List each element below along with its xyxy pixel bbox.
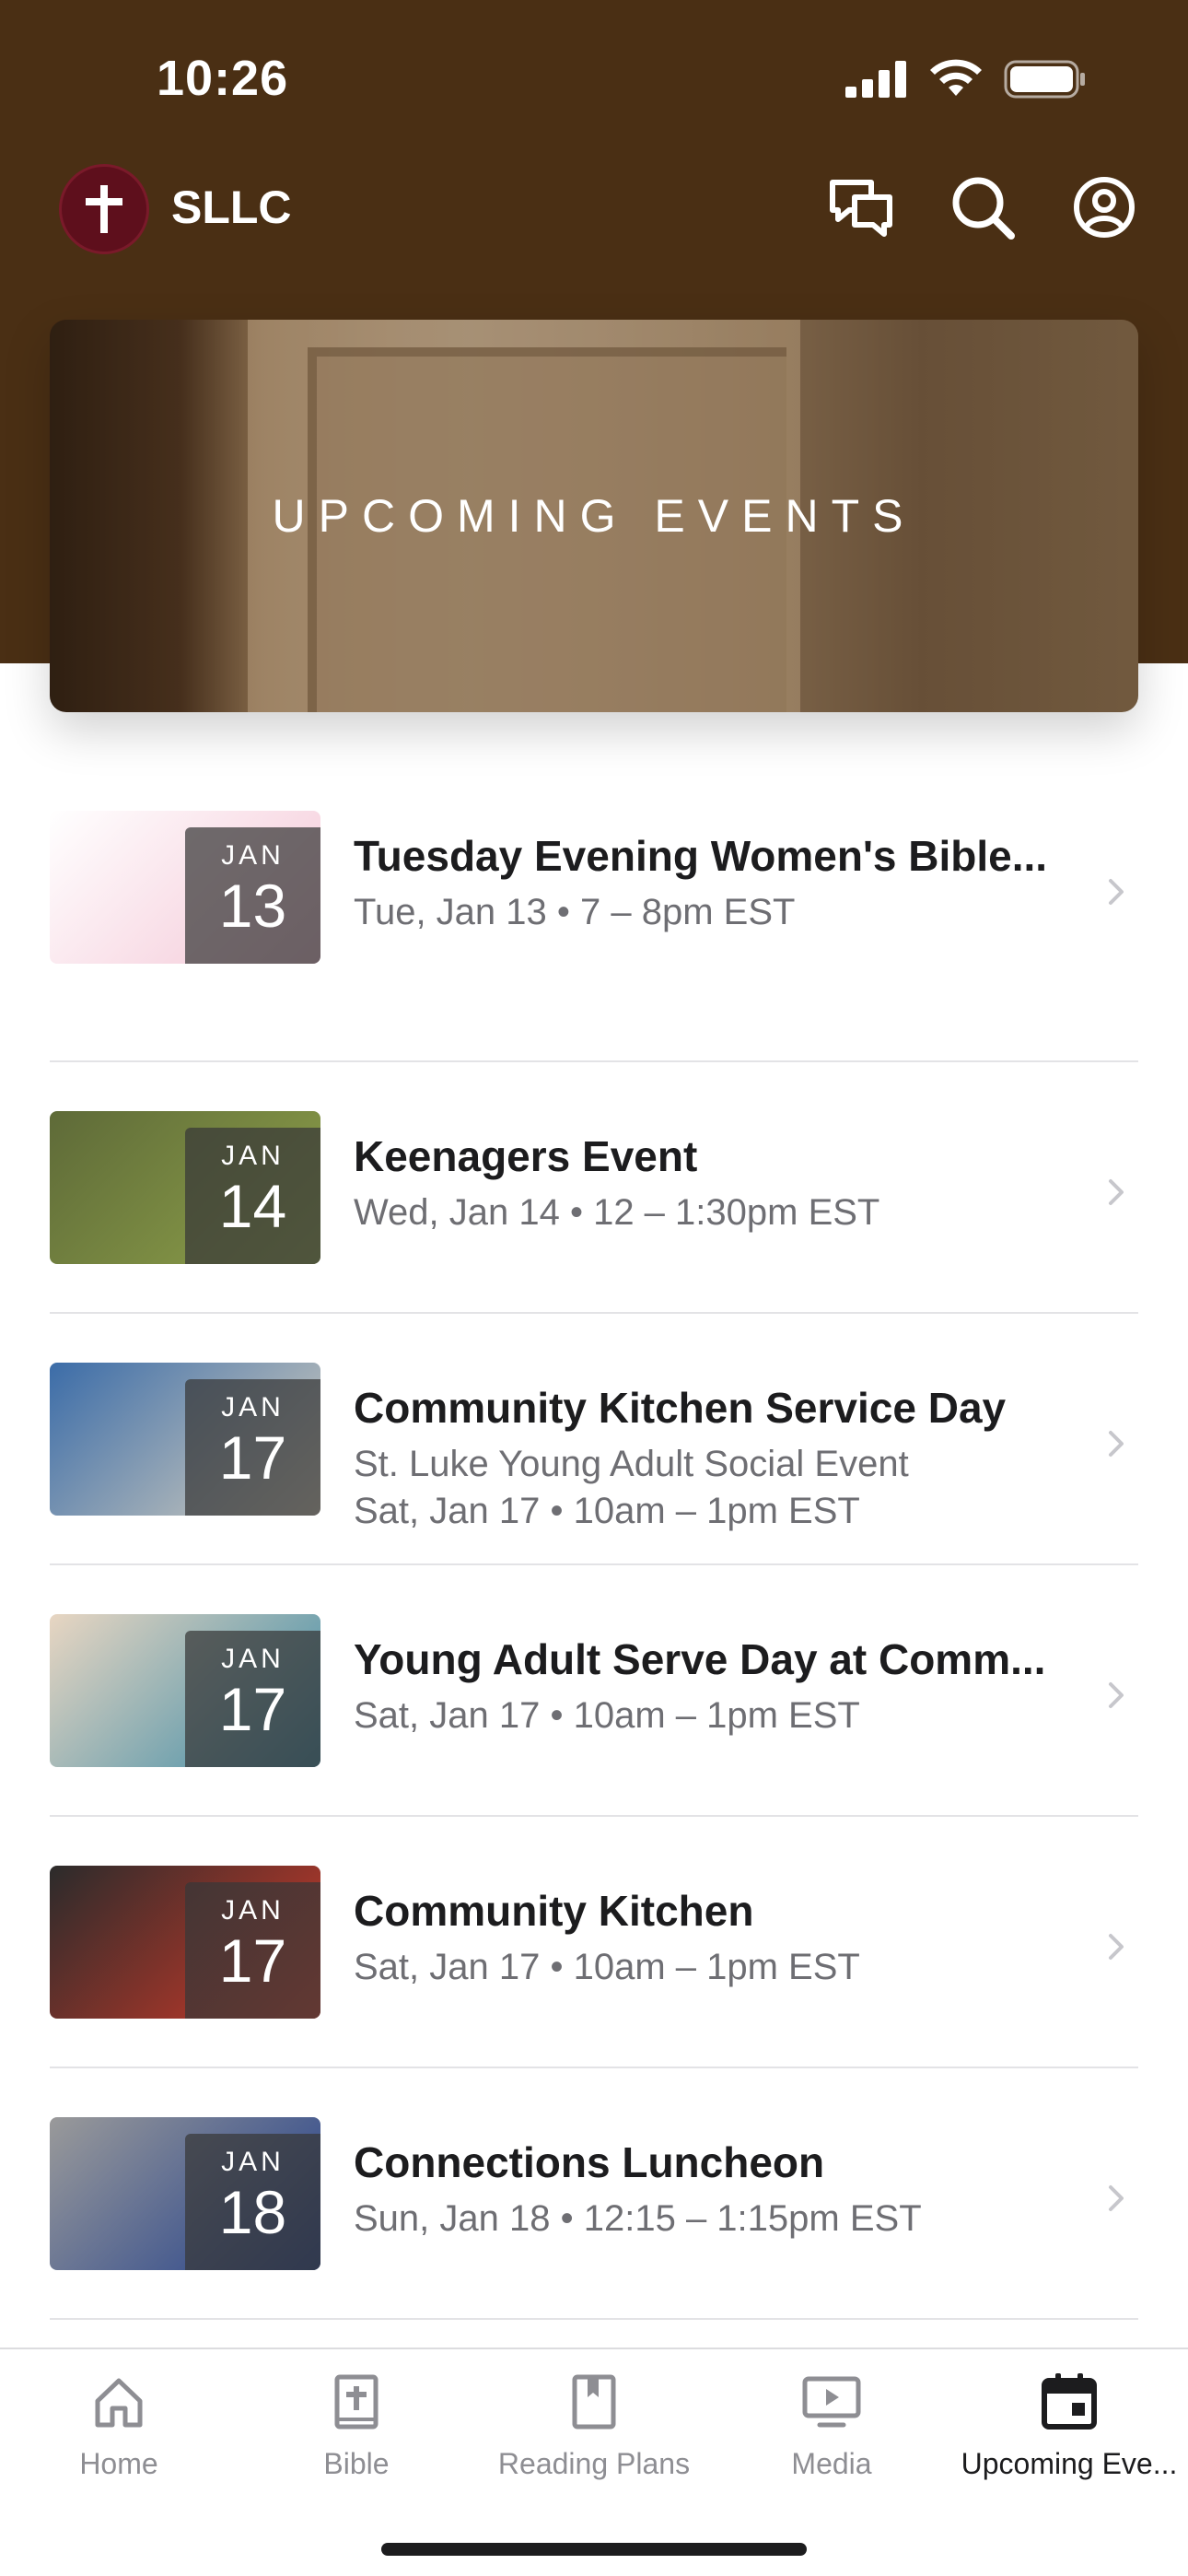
event-detail: Sat, Jan 17 • 10am – 1pm EST [354, 1491, 860, 1531]
date-month: JAN [221, 1392, 285, 1423]
tab-label: Reading Plans [497, 2447, 691, 2480]
chevron-right-icon [1109, 1682, 1124, 1708]
search-icon [952, 177, 1015, 240]
cross-icon [86, 185, 122, 233]
event-thumbnail: JAN 13 [50, 811, 320, 964]
date-day: 13 [218, 872, 287, 940]
tab-media[interactable]: Media [713, 2370, 950, 2481]
date-badge: JAN 17 [185, 1631, 320, 1767]
signal-icon [845, 61, 906, 98]
date-day: 17 [218, 1675, 287, 1743]
events-list: JAN 13 Tuesday Evening Women's Bible... Tue… [50, 811, 1138, 2320]
search-button[interactable] [945, 170, 1020, 245]
event-thumbnail: JAN 17 [50, 1614, 320, 1767]
event-thumbnail: JAN 17 [50, 1363, 320, 1516]
chevron-right-icon [1109, 2185, 1124, 2211]
event-detail: Sat, Jan 17 • 10am – 1pm EST [354, 1695, 860, 1736]
date-day: 18 [218, 2178, 287, 2246]
date-badge: JAN 18 [185, 2134, 320, 2270]
event-detail: Tue, Jan 13 • 7 – 8pm EST [354, 892, 796, 932]
play-screen-icon [802, 2376, 861, 2428]
event-row[interactable]: JAN 13 Tuesday Evening Women's Bible... Tue… [50, 811, 1138, 1062]
tab-bar: Home Bible Reading Plans Media Upcoming Eve.… [0, 2348, 1188, 2576]
event-row[interactable]: JAN 17 Community Kitchen Service Day St. Lu… [50, 1314, 1138, 1565]
status-icons [845, 59, 1087, 100]
date-badge: JAN 17 [185, 1379, 320, 1516]
event-text: Tuesday Evening Women's Bible... Tue, Jan… [354, 831, 1100, 933]
event-detail: Wed, Jan 14 • 12 – 1:30pm EST [354, 1192, 880, 1233]
event-text: Keenagers Event Wed, Jan 14 • 12 – 1:30pm… [354, 1131, 1100, 1234]
profile-icon [1074, 177, 1135, 238]
tab-home[interactable]: Home [0, 2370, 238, 2481]
battery-icon [1004, 60, 1085, 99]
event-row[interactable]: JAN 17 Young Adult Serve Day at Comm... Sat… [50, 1565, 1138, 1817]
event-title: Community Kitchen Service Day [354, 1384, 1007, 1432]
calendar-icon [1042, 2373, 1097, 2430]
event-text: Young Adult Serve Day at Comm... Sat, Jan… [354, 1634, 1100, 1737]
event-text: Community Kitchen Service Day St. Luke Yo… [354, 1383, 1100, 1532]
tab-bible[interactable]: Bible [238, 2370, 475, 2481]
app-header: SLLC [0, 157, 1188, 267]
event-text: Connections Luncheon Sun, Jan 18 • 12:15 … [354, 2137, 1100, 2240]
date-badge: JAN 14 [185, 1128, 320, 1264]
status-time: 10:26 [157, 51, 289, 106]
date-month: JAN [221, 1644, 285, 1674]
event-detail: Sun, Jan 18 • 12:15 – 1:15pm EST [354, 2198, 922, 2239]
event-row[interactable]: JAN 17 Community Kitchen Sat, Jan 17 • 10am… [50, 1817, 1138, 2068]
chevron-right-icon [1109, 879, 1124, 905]
bible-icon [334, 2374, 379, 2430]
event-title: Connections Luncheon [354, 2138, 825, 2186]
event-row[interactable]: JAN 14 Keenagers Event Wed, Jan 14 • 12 – 1… [50, 1062, 1138, 1314]
header-actions [823, 170, 1142, 245]
tab-label: Upcoming Eve... [961, 2447, 1178, 2480]
date-day: 17 [218, 1423, 287, 1492]
date-month: JAN [221, 1141, 285, 1171]
home-indicator [381, 2543, 807, 2556]
date-badge: JAN 13 [185, 827, 320, 964]
event-detail: Sat, Jan 17 • 10am – 1pm EST [354, 1947, 860, 1987]
hero-banner: UPCOMING EVENTS [50, 320, 1138, 712]
event-title: Tuesday Evening Women's Bible... [354, 832, 1048, 880]
home-icon [95, 2378, 143, 2428]
event-text: Community Kitchen Sat, Jan 17 • 10am – 1p… [354, 1886, 1100, 1988]
event-thumbnail: JAN 18 [50, 2117, 320, 2270]
chevron-right-icon [1109, 1179, 1124, 1205]
date-badge: JAN 17 [185, 1882, 320, 2019]
tab-upcoming-eve[interactable]: Upcoming Eve... [950, 2370, 1188, 2481]
app-name: SLLC [171, 181, 292, 233]
date-month: JAN [221, 1895, 285, 1926]
wifi-icon [930, 59, 982, 96]
status-bar: 10:26 [0, 0, 1188, 157]
tab-label: Bible [323, 2447, 390, 2480]
date-month: JAN [221, 840, 285, 871]
profile-button[interactable] [1066, 170, 1142, 245]
tab-label: Home [79, 2447, 158, 2480]
bookmark-book-icon [572, 2374, 616, 2430]
date-day: 17 [218, 1926, 287, 1995]
chevron-right-icon [1109, 1431, 1124, 1457]
hero-title: UPCOMING EVENTS [272, 490, 916, 542]
date-month: JAN [221, 2147, 285, 2177]
date-day: 14 [218, 1172, 287, 1240]
event-thumbnail: JAN 17 [50, 1866, 320, 2019]
tab-label: Media [791, 2447, 872, 2480]
event-detail: St. Luke Young Adult Social Event [354, 1444, 909, 1484]
church-logo[interactable] [59, 164, 149, 254]
tab-reading-plans[interactable]: Reading Plans [475, 2370, 713, 2481]
event-title: Keenagers Event [354, 1132, 698, 1180]
chevron-right-icon [1109, 1934, 1124, 1960]
event-row[interactable]: JAN 18 Connections Luncheon Sun, Jan 18 • 1… [50, 2068, 1138, 2320]
event-title: Community Kitchen [354, 1887, 754, 1935]
chat-button[interactable] [823, 170, 899, 245]
event-thumbnail: JAN 14 [50, 1111, 320, 1264]
chat-icon [830, 180, 892, 237]
event-title: Young Adult Serve Day at Comm... [354, 1635, 1046, 1683]
